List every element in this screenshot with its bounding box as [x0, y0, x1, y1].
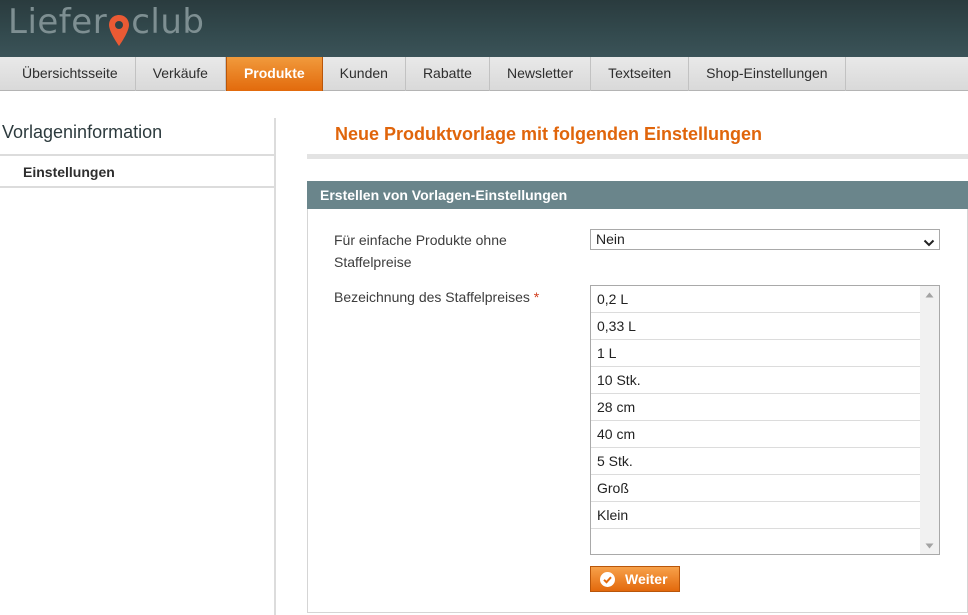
sidebar-divider	[0, 186, 276, 188]
title-divider	[307, 154, 968, 159]
field-label-line: Staffelpreise	[334, 254, 412, 270]
scroll-up-icon[interactable]	[920, 286, 939, 303]
field-label-tier-price-name: Bezeichnung des Staffelpreises *	[334, 286, 539, 308]
page-title: Neue Produktvorlage mit folgenden Einste…	[335, 124, 763, 144]
continue-button-label: Weiter	[625, 571, 668, 587]
list-item[interactable]: 0,2 L	[591, 286, 920, 313]
nav-item-produkte[interactable]: Produkte	[225, 57, 323, 91]
sidebar-tab-einstellungen[interactable]: Einstellungen	[23, 164, 115, 180]
select-value: Nein	[596, 231, 625, 247]
nav-item-verkaeufe[interactable]: Verkäufe	[136, 57, 226, 91]
list-item[interactable]: Klein	[591, 502, 920, 529]
list-item[interactable]: 40 cm	[591, 421, 920, 448]
required-asterisk: *	[533, 289, 540, 305]
sidebar-divider	[0, 154, 276, 156]
continue-button[interactable]: Weiter	[590, 566, 680, 592]
sidebar-title: Vorlageninformation	[2, 122, 163, 142]
checkmark-icon	[600, 571, 615, 587]
logo-text-part2: club	[131, 2, 205, 42]
list-item[interactable]: 5 Stk.	[591, 448, 920, 475]
app-header: Liefer club	[0, 0, 968, 57]
nav-item-rabatte[interactable]: Rabatte	[406, 57, 490, 91]
field-label-simple-products: Für einfache Produkte ohne Staffelpreise	[334, 229, 507, 273]
list-item[interactable]: Groß	[591, 475, 920, 502]
nav-item-newsletter[interactable]: Newsletter	[490, 57, 592, 91]
scroll-down-icon[interactable]	[920, 537, 939, 554]
nav-item-shop-einstellungen[interactable]: Shop-Einstellungen	[689, 57, 846, 91]
chevron-down-icon	[923, 234, 935, 253]
section-header: Erstellen von Vorlagen-Einstellungen	[307, 181, 968, 209]
logo-text-part1: Liefer	[8, 2, 108, 42]
field-label-line: Für einfache Produkte ohne	[334, 232, 507, 248]
map-pin-icon	[108, 2, 130, 48]
list-item-empty[interactable]	[591, 529, 920, 556]
main-nav: Übersichtsseite Verkäufe Produkte Kunden…	[0, 57, 968, 91]
tier-price-listbox[interactable]: 0,2 L 0,33 L 1 L 10 Stk. 28 cm 40 cm 5 S…	[590, 285, 940, 555]
list-item[interactable]: 28 cm	[591, 394, 920, 421]
list-item[interactable]: 10 Stk.	[591, 367, 920, 394]
list-item[interactable]: 1 L	[591, 340, 920, 367]
field-label-text: Bezeichnung des Staffelpreises	[334, 289, 530, 305]
logo[interactable]: Liefer club	[8, 2, 204, 52]
list-item[interactable]: 0,33 L	[591, 313, 920, 340]
tier-price-select[interactable]: Nein	[590, 229, 940, 250]
sidebar: Vorlageninformation Einstellungen	[0, 118, 276, 615]
nav-item-textseiten[interactable]: Textseiten	[591, 57, 690, 91]
nav-item-kunden[interactable]: Kunden	[323, 57, 406, 91]
listbox-scrollbar[interactable]	[920, 286, 939, 554]
nav-item-uebersichtsseite[interactable]: Übersichtsseite	[5, 57, 136, 91]
